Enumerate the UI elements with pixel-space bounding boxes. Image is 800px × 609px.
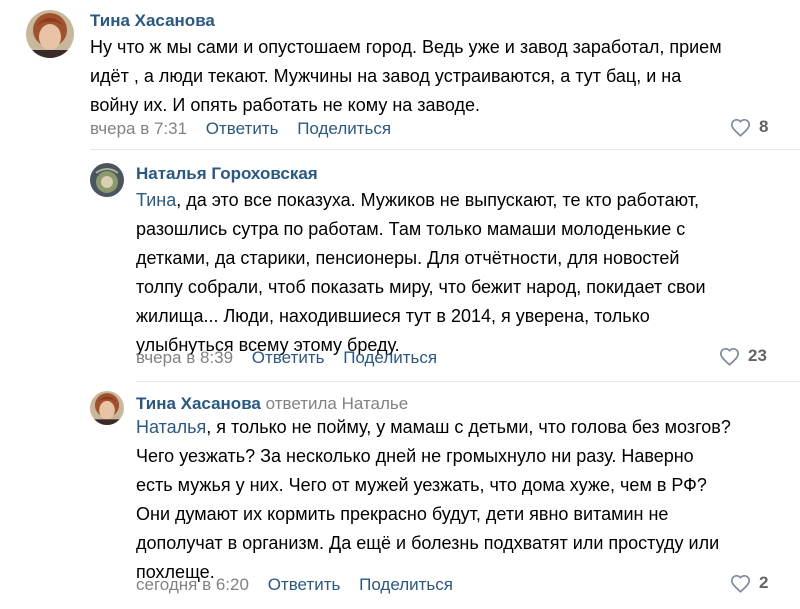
comment-text: Наталья, я только не пойму, у мамаш с де… [136, 413, 731, 587]
comment-text-line: Тина, да это все показуха. Мужиков не вы… [136, 186, 706, 215]
heart-icon [730, 118, 751, 137]
comment-text-line: дополучат в организм. Да ещё и болезнь п… [136, 533, 720, 553]
like-count: 8 [759, 117, 769, 136]
mention-link[interactable]: Тина [136, 190, 176, 210]
comment-author[interactable]: Наталья Гороховская [136, 164, 318, 184]
comment-time[interactable]: сегодня в 6:20 [136, 575, 249, 594]
heart-icon [730, 574, 751, 593]
comment-item: Наталья Гороховская Тина, да это все пок… [0, 150, 800, 385]
share-button[interactable]: Поделиться [297, 119, 391, 138]
like-button[interactable]: 23 [719, 346, 767, 366]
like-button[interactable]: 2 [730, 573, 768, 593]
comment-author: Тина Хасанова ответила Наталье [136, 394, 408, 414]
comment-text-line: разошлись сутра по работам. Там только м… [136, 219, 686, 239]
share-button[interactable]: Поделиться [359, 575, 453, 594]
comment-text-line: есть мужья у них. Чего от мужей уезжать,… [136, 475, 707, 495]
mention-link[interactable]: Наталья [136, 417, 206, 437]
reply-button[interactable]: Ответить [268, 575, 341, 594]
comment-text-line: толпу собрали, чтоб показать миру, что б… [136, 277, 706, 297]
author-name[interactable]: Тина Хасанова [136, 394, 261, 413]
reply-button[interactable]: Ответить [206, 119, 279, 138]
comment-text-fragment: , да это все показуха. Мужиков не выпуск… [176, 190, 699, 210]
comment-meta: вчера в 7:31 Ответить Поделиться [90, 119, 391, 139]
comment-text-line: Наталья, я только не пойму, у мамаш с де… [136, 413, 731, 442]
reply-button[interactable]: Ответить [252, 348, 325, 367]
comment-time[interactable]: вчера в 8:39 [136, 348, 233, 367]
comment-text-line: войну их. И опять работать не кому на за… [90, 95, 481, 115]
comment-text-line: Они думают их кормить прекрасно будут, д… [136, 504, 669, 524]
avatar-image [90, 163, 124, 197]
comment-text: Тина, да это все показуха. Мужиков не вы… [136, 186, 706, 360]
comment-text-line: жилища... Люди, находившиеся тут в 2014,… [136, 306, 650, 326]
heart-icon [719, 347, 740, 366]
comment-text: Ну что ж мы сами и опустошаем город. Вед… [90, 33, 722, 120]
comment-text-line: Ну что ж мы сами и опустошаем город. Вед… [90, 37, 722, 57]
comment-text-line: Чего уезжать? За несколько дней не громы… [136, 446, 694, 466]
comment-meta: сегодня в 6:20 Ответить Поделиться [136, 575, 453, 595]
like-count: 2 [759, 573, 769, 592]
share-button[interactable]: Поделиться [343, 348, 437, 367]
reply-to-label[interactable]: ответила Наталье [266, 394, 409, 413]
like-count: 23 [748, 346, 767, 365]
comment-item: Тина Хасанова ответила Наталье Наталья, … [0, 382, 800, 609]
comment-author[interactable]: Тина Хасанова [90, 11, 215, 31]
comment-time[interactable]: вчера в 7:31 [90, 119, 187, 138]
comment-meta: вчера в 8:39 Ответить Поделиться [136, 348, 437, 368]
avatar[interactable] [90, 163, 124, 197]
avatar-image [26, 10, 74, 58]
avatar-image [90, 391, 124, 425]
avatar[interactable] [90, 391, 124, 425]
comment-item: Тина Хасанова Ну что ж мы сами и опустош… [0, 0, 800, 150]
comment-text-line: детками, да старики, пенсионеры. Для отч… [136, 248, 680, 268]
comment-text-fragment: , я только не пойму, у мамаш с детьми, ч… [206, 417, 731, 437]
avatar[interactable] [26, 10, 74, 58]
like-button[interactable]: 8 [730, 117, 768, 137]
comment-text-line: идёт , а люди текают. Мужчины на завод у… [90, 66, 682, 86]
